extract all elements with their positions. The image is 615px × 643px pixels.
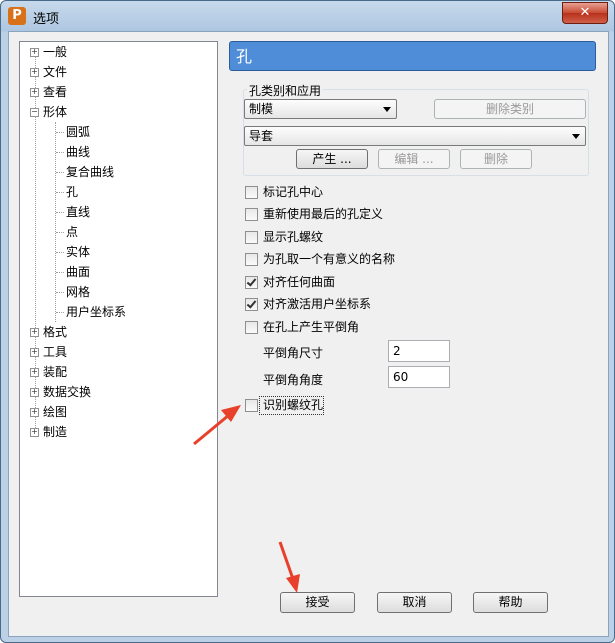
options-dialog: P 选项 ✕ + 一般 + 文件 + 查看 − 形体 圆弧 曲线 复合曲线 孔 … — [0, 0, 615, 643]
annotation-arrow-icon — [278, 541, 300, 593]
annotation-arrows — [193, 405, 300, 593]
annotation-arrow-icon — [193, 405, 241, 446]
